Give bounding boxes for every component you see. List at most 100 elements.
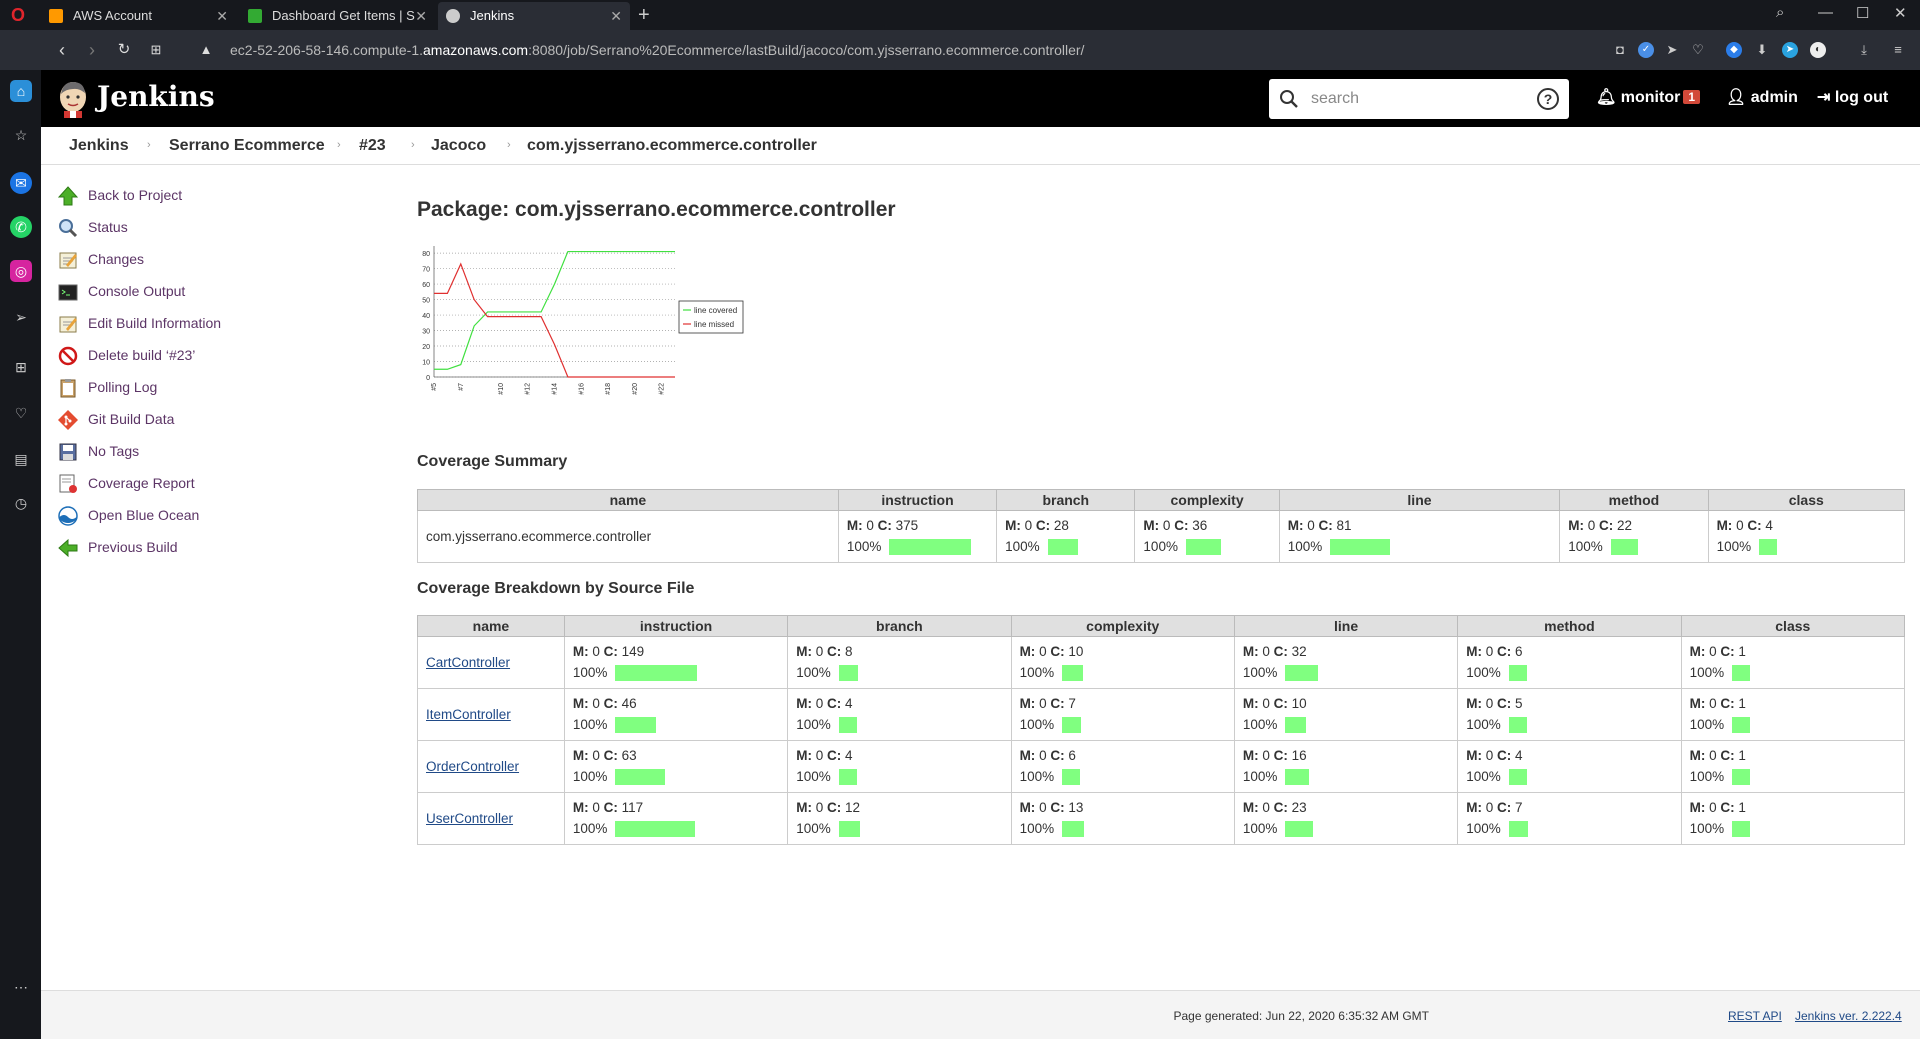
coverage-percentage: 100% xyxy=(1020,714,1226,736)
task-status[interactable]: Status xyxy=(56,216,356,240)
coverage-trend-chart: 0 10 20 30 40 50 60 70 80 #5 #7 #10 #12 #14 #16 #18 #20 #… xyxy=(422,246,744,395)
source-file-link[interactable]: UserController xyxy=(426,811,513,826)
breadcrumb-jacoco[interactable]: Jacoco xyxy=(431,137,486,155)
coverage-bar xyxy=(615,664,698,681)
messenger-icon[interactable]: ✉ xyxy=(10,172,32,194)
missed-covered-counts: M: 0 C: 7 xyxy=(1020,694,1226,714)
coverage-cell-method: M: 0 C: 6 100% xyxy=(1457,636,1682,689)
send-icon[interactable]: ➤ xyxy=(1664,42,1680,58)
y-tick-label: 80 xyxy=(422,251,430,258)
covered-count: 10 xyxy=(1068,643,1084,659)
task-previous-build[interactable]: Previous Build xyxy=(56,536,356,560)
extension-icon[interactable]: ◆ xyxy=(1726,42,1742,58)
jenkins-version-link[interactable]: Jenkins ver. 2.222.4 xyxy=(1795,1009,1902,1023)
grid-icon[interactable]: ⊞ xyxy=(10,356,32,378)
monitor-link[interactable]: 🔔︎ monitor 1 xyxy=(1596,87,1700,107)
tab-jenkins[interactable]: Jenkins ✕ xyxy=(438,2,630,30)
source-file-link[interactable]: OrderController xyxy=(426,759,519,774)
more-icon[interactable]: ⋯ xyxy=(10,976,32,998)
task-back-to-project[interactable]: Back to Project xyxy=(56,184,356,208)
coverage-percentage: 100% xyxy=(1466,662,1672,684)
task-coverage-report[interactable]: Coverage Report xyxy=(56,472,356,496)
coverage-percent-text: 100% xyxy=(1689,768,1725,784)
close-tab-icon[interactable]: ✕ xyxy=(216,2,228,30)
forward-icon[interactable]: › xyxy=(80,38,104,62)
missed-count: 0 xyxy=(1709,695,1717,711)
task-delete-build[interactable]: Delete build ‘#23’ xyxy=(56,344,356,368)
download-arrow-icon[interactable]: ⬇ xyxy=(1754,42,1770,58)
task-label: Edit Build Information xyxy=(88,315,222,331)
missed-covered-counts: M: 0 C: 1 xyxy=(1690,746,1896,766)
jenkins-title[interactable]: Jenkins xyxy=(97,80,215,113)
tab-aws-account[interactable]: AWS Account ✕ xyxy=(41,2,236,30)
task-no-tags[interactable]: No Tags xyxy=(56,440,356,464)
logout-link[interactable]: ⇥ log out xyxy=(1817,87,1888,107)
column-header-line: line xyxy=(1278,489,1561,511)
column-header-instruction: instruction xyxy=(563,615,789,637)
task-changes[interactable]: Changes xyxy=(56,248,356,272)
task-edit-build-information[interactable]: Edit Build Information xyxy=(56,312,356,336)
news-icon[interactable]: ▤ xyxy=(10,448,32,470)
missed-covered-counts: M: 0 C: 23 xyxy=(1243,798,1449,818)
breadcrumb-jenkins[interactable]: Jenkins xyxy=(69,137,129,155)
source-file-link[interactable]: ItemController xyxy=(426,707,511,722)
close-tab-icon[interactable]: ✕ xyxy=(415,2,427,30)
close-window-icon[interactable]: ✕ xyxy=(1894,4,1907,22)
covered-count: 4 xyxy=(1765,517,1773,533)
missed-covered-counts: M: 0 C: 10 xyxy=(1020,642,1226,662)
telegram-icon[interactable]: ➤ xyxy=(1782,42,1798,58)
url-text[interactable]: ec2-52-206-58-146.compute-1.amazonaws.co… xyxy=(230,42,1084,58)
task-polling-log[interactable]: Polling Log xyxy=(56,376,356,400)
speed-dial-icon[interactable]: ⊞ xyxy=(144,38,168,62)
coverage-percent-text: 100% xyxy=(796,664,831,680)
breadcrumb-package[interactable]: com.yjsserrano.ecommerce.controller xyxy=(527,137,817,155)
jenkins-logo-icon[interactable] xyxy=(57,80,89,118)
reload-icon[interactable]: ↻ xyxy=(112,38,136,62)
instagram-icon[interactable]: ◎ xyxy=(10,260,32,282)
home-icon[interactable]: ⌂ xyxy=(10,80,32,102)
search-input[interactable] xyxy=(1311,87,1521,111)
tab-dashboard[interactable]: Dashboard Get Items | S ✕ xyxy=(240,2,435,30)
shield-icon[interactable]: ✓ xyxy=(1638,42,1654,58)
coverage-summary-table: name instruction branch complexity line metho… xyxy=(417,489,1906,563)
missed-label: M: xyxy=(1019,799,1040,815)
menu-icon[interactable]: ≡ xyxy=(1890,42,1906,58)
help-icon[interactable]: ? xyxy=(1537,88,1559,110)
whatsapp-icon[interactable]: ✆ xyxy=(10,216,32,238)
history-icon[interactable]: ◷ xyxy=(10,492,32,514)
task-open-blue-ocean[interactable]: Open Blue Ocean xyxy=(56,504,356,528)
breadcrumb-project[interactable]: Serrano Ecommerce xyxy=(169,137,325,155)
missed-label: M: xyxy=(1242,799,1263,815)
rest-api-link[interactable]: REST API xyxy=(1728,1009,1782,1023)
missed-label: M: xyxy=(1716,517,1737,533)
heart-icon[interactable]: ♡ xyxy=(1690,42,1706,58)
back-icon[interactable]: ‹ xyxy=(50,38,74,62)
minimize-icon[interactable]: — xyxy=(1818,4,1833,21)
search-tabs-icon[interactable]: ⌕ xyxy=(1776,4,1784,21)
new-tab-icon[interactable]: + xyxy=(638,3,650,27)
coverage-percent-text: 100% xyxy=(1568,538,1603,554)
source-file-link[interactable]: CartController xyxy=(426,655,510,670)
missed-count: 0 xyxy=(1307,517,1315,533)
bell-icon: 🔔︎ xyxy=(1596,89,1617,106)
maximize-icon[interactable]: ☐ xyxy=(1856,4,1869,22)
coverage-bar xyxy=(1732,716,1751,733)
warning-icon[interactable]: ▲ xyxy=(194,38,218,62)
opera-logo-icon[interactable]: O xyxy=(8,5,28,25)
close-tab-icon[interactable]: ✕ xyxy=(610,2,622,30)
column-header-method: method xyxy=(1559,489,1709,511)
heart-icon[interactable]: ♡ xyxy=(10,402,32,424)
star-icon[interactable]: ☆ xyxy=(10,124,32,146)
missed-label: M: xyxy=(1005,517,1025,533)
camera-icon[interactable]: ◘ xyxy=(1612,42,1628,58)
task-git-build-data[interactable]: Git Build Data xyxy=(56,408,356,432)
downloads-icon[interactable]: ⤓ xyxy=(1856,42,1872,58)
task-console-output[interactable]: Console Output xyxy=(56,280,356,304)
vpn-icon[interactable]: ◐ xyxy=(1810,42,1826,58)
user-link[interactable]: 👤︎ admin xyxy=(1726,87,1798,107)
page-title: Package: com.yjsserrano.ecommerce.contro… xyxy=(417,198,896,221)
send-icon[interactable]: ➢ xyxy=(10,306,32,328)
table-row: UserController M: 0 C: 117 100% M: 0 C: 12 1… xyxy=(417,792,1906,845)
breadcrumb-build[interactable]: #23 xyxy=(359,137,386,155)
coverage-percent-text: 100% xyxy=(1242,716,1278,732)
